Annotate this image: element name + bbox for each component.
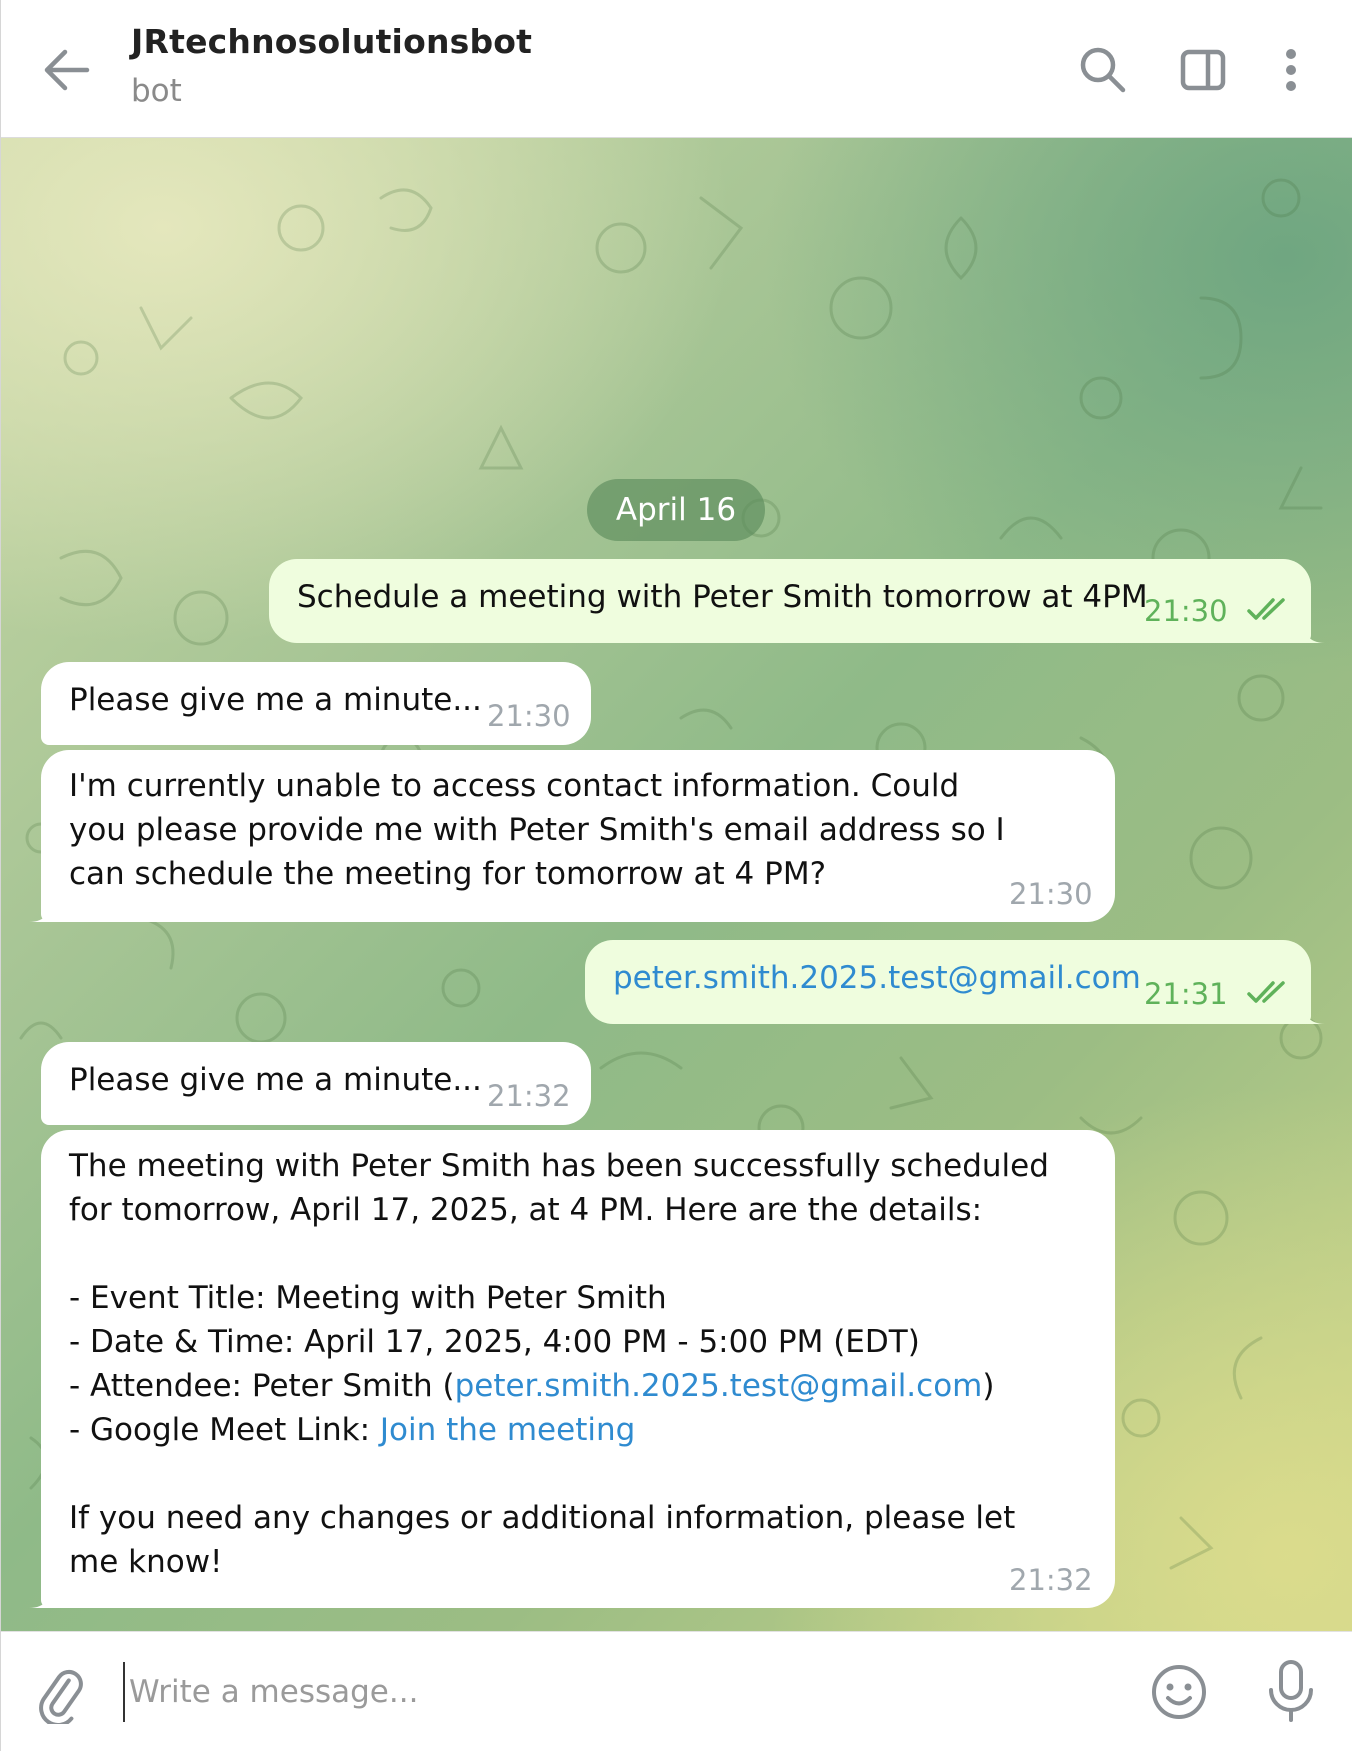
chat-header: JRtechnosolutionsbot bot <box>1 0 1352 138</box>
outgoing-message[interactable]: peter.smith.2025.test@gmail.com 21:31 <box>585 940 1311 1024</box>
incoming-message[interactable]: I'm currently unable to access contact i… <box>41 750 1115 922</box>
chat-title-block[interactable]: JRtechnosolutionsbot bot <box>131 22 532 109</box>
bubble-tail <box>29 892 53 922</box>
message-outro: If you need any changes or additional in… <box>69 1500 1026 1580</box>
outgoing-message[interactable]: Schedule a meeting with Peter Smith tomo… <box>269 559 1311 643</box>
detail-event-title: - Event Title: Meeting with Peter Smith <box>69 1280 667 1316</box>
search-icon[interactable] <box>1075 42 1131 98</box>
message-time: 21:32 <box>1009 1563 1093 1597</box>
message-intro: The meeting with Peter Smith has been su… <box>69 1148 1059 1228</box>
chat-subtitle: bot <box>131 73 182 109</box>
double-check-read-icon <box>1247 974 1293 1018</box>
emoji-icon[interactable] <box>1147 1660 1211 1724</box>
message-time: 21:32 <box>487 1079 571 1113</box>
microphone-icon[interactable] <box>1259 1656 1323 1726</box>
message-text: Please give me a minute... <box>69 682 482 718</box>
message-text: Schedule a meeting with Peter Smith tomo… <box>297 579 1148 615</box>
message-time: 21:30 <box>1009 877 1093 911</box>
chat-title: JRtechnosolutionsbot <box>131 22 533 61</box>
message-text: Please give me a minute... <box>69 1062 482 1098</box>
attendee-email-link[interactable]: peter.smith.2025.test@gmail.com <box>455 1368 983 1404</box>
meet-prefix: - Google Meet Link: <box>69 1412 380 1448</box>
detail-meet-link: - Google Meet Link: Join the meeting <box>69 1408 1075 1452</box>
date-separator: April 16 <box>587 479 765 541</box>
attendee-suffix: ) <box>982 1368 995 1404</box>
message-composer <box>1 1631 1352 1751</box>
incoming-message[interactable]: The meeting with Peter Smith has been su… <box>41 1130 1115 1608</box>
paperclip-icon[interactable] <box>31 1664 91 1727</box>
join-meeting-link[interactable]: Join the meeting <box>380 1412 635 1448</box>
email-link[interactable]: peter.smith.2025.test@gmail.com <box>613 960 1141 996</box>
message-input[interactable] <box>123 1662 1123 1722</box>
side-panel-icon[interactable] <box>1175 42 1231 98</box>
message-time: 21:31 <box>1144 977 1228 1011</box>
incoming-message[interactable]: Please give me a minute... 21:30 <box>41 662 591 745</box>
message-time: 21:30 <box>487 699 571 733</box>
incoming-message[interactable]: Please give me a minute... 21:32 <box>41 1042 591 1125</box>
bubble-tail <box>1301 994 1325 1024</box>
message-text: I'm currently unable to access contact i… <box>69 768 1015 892</box>
attendee-prefix: - Attendee: Peter Smith ( <box>69 1368 455 1404</box>
back-arrow-icon[interactable] <box>37 40 101 100</box>
chat-history[interactable]: April 16 Schedule a meeting with Peter S… <box>1 138 1352 1631</box>
message-time: 21:30 <box>1144 594 1228 628</box>
bubble-tail <box>29 1578 53 1608</box>
bubble-tail <box>1301 613 1325 643</box>
telegram-window: JRtechnosolutionsbot bot April 16 Schedu… <box>0 0 1352 1751</box>
double-check-read-icon <box>1247 591 1293 635</box>
detail-attendee: - Attendee: Peter Smith (peter.smith.202… <box>69 1364 1075 1408</box>
detail-date-time: - Date & Time: April 17, 2025, 4:00 PM -… <box>69 1324 920 1360</box>
more-vertical-icon[interactable] <box>1263 42 1319 98</box>
